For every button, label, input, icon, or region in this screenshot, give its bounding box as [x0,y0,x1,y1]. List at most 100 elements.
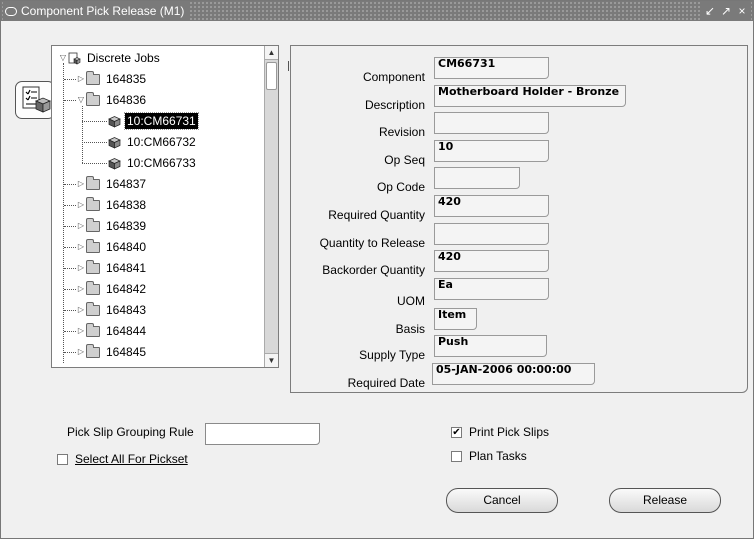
expand-toggle-icon[interactable]: ▷ [76,305,86,315]
tree-job-164845[interactable]: ▷ 164845 [76,343,148,361]
scroll-up-icon[interactable]: ▲ [265,46,278,60]
job-label: 164840 [106,240,147,254]
expand-toggle-icon[interactable]: ▷ [76,242,86,252]
tree-job-164841[interactable]: ▷ 164841 [76,259,148,277]
tree-branch-line [64,79,76,80]
tree-job-164837[interactable]: ▷ 164837 [76,175,148,193]
supply-type-field[interactable]: Push [434,335,547,357]
job-label: 164844 [106,324,147,338]
component-cube-icon [108,136,121,149]
required-quantity-field[interactable]: 420 [434,195,549,217]
expand-toggle-icon[interactable]: ▷ [76,221,86,231]
title-bar[interactable]: Component Pick Release (M1) ↙ ↗ × [1,1,753,21]
job-tree[interactable]: ▽ Discrete Jobs ▷ 164835 ▽ 164836 10:CM66731 10… [51,45,279,368]
tree-branch-line [64,247,76,248]
folder-icon [86,343,100,358]
tree-component-10-CM66733[interactable]: 10:CM66733 [108,154,198,172]
panel-divider[interactable] [288,61,289,71]
folder-icon [86,301,100,316]
scroll-down-icon[interactable]: ▼ [265,353,278,367]
expand-toggle-icon[interactable]: ▷ [76,200,86,210]
pick-slip-grouping-rule-input[interactable] [205,423,320,445]
minimize-icon[interactable]: ↙ [703,2,717,20]
select-all-for-pickset-label[interactable]: Select All For Pickset [75,452,188,466]
tree-branch-line [64,268,76,269]
print-pick-slips-checkbox[interactable]: ✔ [451,427,462,438]
tree-root-label: Discrete Jobs [87,51,160,65]
tree-component-10-CM66731[interactable]: 10:CM66731 [108,112,199,130]
tree-root-connector [63,63,64,363]
backorder-quantity-label: Backorder Quantity [322,263,425,277]
description-label: Description [364,98,425,112]
uom-field[interactable]: Ea [434,278,549,300]
required-date-field[interactable]: 05-JAN-2006 00:00:00 [432,363,595,385]
tree-root-discrete-jobs[interactable]: ▽ Discrete Jobs [58,49,162,67]
tree-branch-line [64,205,76,206]
tree-branch-line [64,310,76,311]
folder-icon [86,70,100,85]
folder-icon [86,196,100,211]
tree-job-164840[interactable]: ▷ 164840 [76,238,148,256]
collapse-toggle-icon[interactable]: ▽ [58,53,68,63]
supply-type-label: Supply Type [359,348,425,362]
cancel-button[interactable]: Cancel [446,488,558,513]
expand-toggle-icon[interactable]: ▷ [76,74,86,84]
quantity-to-release-field[interactable] [434,223,549,245]
op-seq-field[interactable]: 10 [434,140,549,162]
plan-tasks-checkbox[interactable] [451,451,462,462]
revision-field[interactable] [434,112,549,134]
collapse-toggle-icon[interactable]: ▽ [76,95,86,105]
op-code-label: Op Code [376,180,425,194]
component-cube-icon [108,115,121,128]
tree-job-164839[interactable]: ▷ 164839 [76,217,148,235]
component-cube-icon [108,157,121,170]
basis-field[interactable]: Item [434,308,477,330]
folder-icon [86,175,100,190]
tree-component-10-CM66732[interactable]: 10:CM66732 [108,133,198,151]
tree-branch-line [64,352,76,353]
component-label: 10:CM66731 [124,112,199,130]
scroll-thumb[interactable] [266,62,277,90]
job-label: 164843 [106,303,147,317]
tree-job-164843[interactable]: ▷ 164843 [76,301,148,319]
description-field[interactable]: Motherboard Holder - Bronze [434,85,626,107]
job-label: 164837 [106,177,147,191]
tree-job-164842[interactable]: ▷ 164842 [76,280,148,298]
tree-job-164838[interactable]: ▷ 164838 [76,196,148,214]
expand-toggle-icon[interactable]: ▷ [76,284,86,294]
op-code-field[interactable] [434,167,520,189]
tree-job-164844[interactable]: ▷ 164844 [76,322,148,340]
folder-icon [86,217,100,232]
folder-icon [86,280,100,295]
release-button[interactable]: Release [609,488,721,513]
select-all-for-pickset-checkbox[interactable] [57,454,68,465]
job-label: 164845 [106,345,147,359]
expand-toggle-icon[interactable]: ▷ [76,347,86,357]
expand-toggle-icon[interactable]: ▷ [76,263,86,273]
quantity-to-release-label: Quantity to Release [319,236,425,250]
tree-branch-line [64,331,76,332]
print-pick-slips-label[interactable]: Print Pick Slips [469,425,549,439]
window-menu-icon[interactable] [5,6,17,16]
tree-branch-line [64,184,76,185]
backorder-quantity-field[interactable]: 420 [434,250,549,272]
job-label: 164839 [106,219,147,233]
close-icon[interactable]: × [735,2,749,20]
component-field[interactable]: CM66731 [434,57,549,79]
maximize-icon[interactable]: ↗ [719,2,733,20]
tree-child-connector [82,106,83,163]
pick-slip-grouping-rule-label: Pick Slip Grouping Rule [67,425,194,439]
component-label: Component [362,70,425,84]
expand-toggle-icon[interactable]: ▷ [76,326,86,336]
plan-tasks-label[interactable]: Plan Tasks [469,449,527,463]
tree-job-164835[interactable]: ▷ 164835 [76,70,148,88]
expand-toggle-icon[interactable]: ▷ [76,179,86,189]
title-buttons: ↙ ↗ × [701,2,751,20]
job-label: 164838 [106,198,147,212]
checklist-tool-button[interactable] [15,81,55,119]
discrete-jobs-icon [68,52,81,64]
op-seq-label: Op Seq [384,153,425,167]
tree-job-164836[interactable]: ▽ 164836 [76,91,148,109]
tree-scrollbar[interactable]: ▲ ▼ [264,46,278,367]
folder-icon [86,91,100,106]
